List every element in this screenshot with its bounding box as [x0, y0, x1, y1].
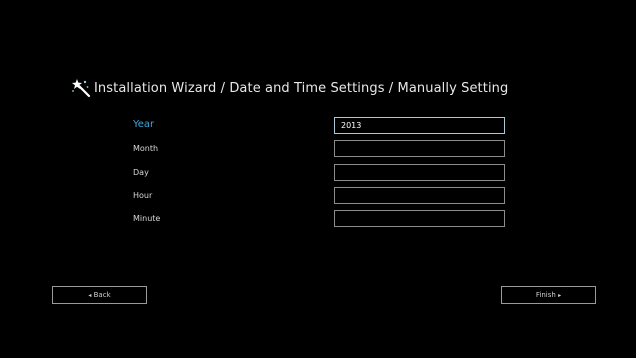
finish-button[interactable]: Finish ▸: [501, 286, 596, 304]
hour-field[interactable]: [334, 187, 505, 204]
magic-wand-icon: [72, 79, 91, 98]
hour-label: Hour: [133, 191, 153, 200]
back-button-label: Back: [93, 291, 111, 299]
back-arrow-icon: ◂: [88, 291, 92, 299]
year-label: Year: [133, 119, 155, 130]
back-button[interactable]: ◂ Back: [52, 286, 147, 304]
finish-arrow-icon: ▸: [558, 291, 562, 299]
month-label: Month: [133, 144, 159, 153]
minute-label: Minute: [133, 214, 161, 223]
minute-field[interactable]: [334, 210, 505, 227]
finish-button-label: Finish: [535, 291, 556, 299]
month-field[interactable]: [334, 140, 505, 157]
day-label: Day: [133, 168, 149, 177]
wizard-header: Installation Wizard / Date and Time Sett…: [70, 78, 508, 98]
year-field[interactable]: [334, 117, 505, 134]
day-field[interactable]: [334, 164, 505, 181]
page-title: Installation Wizard / Date and Time Sett…: [94, 80, 509, 96]
